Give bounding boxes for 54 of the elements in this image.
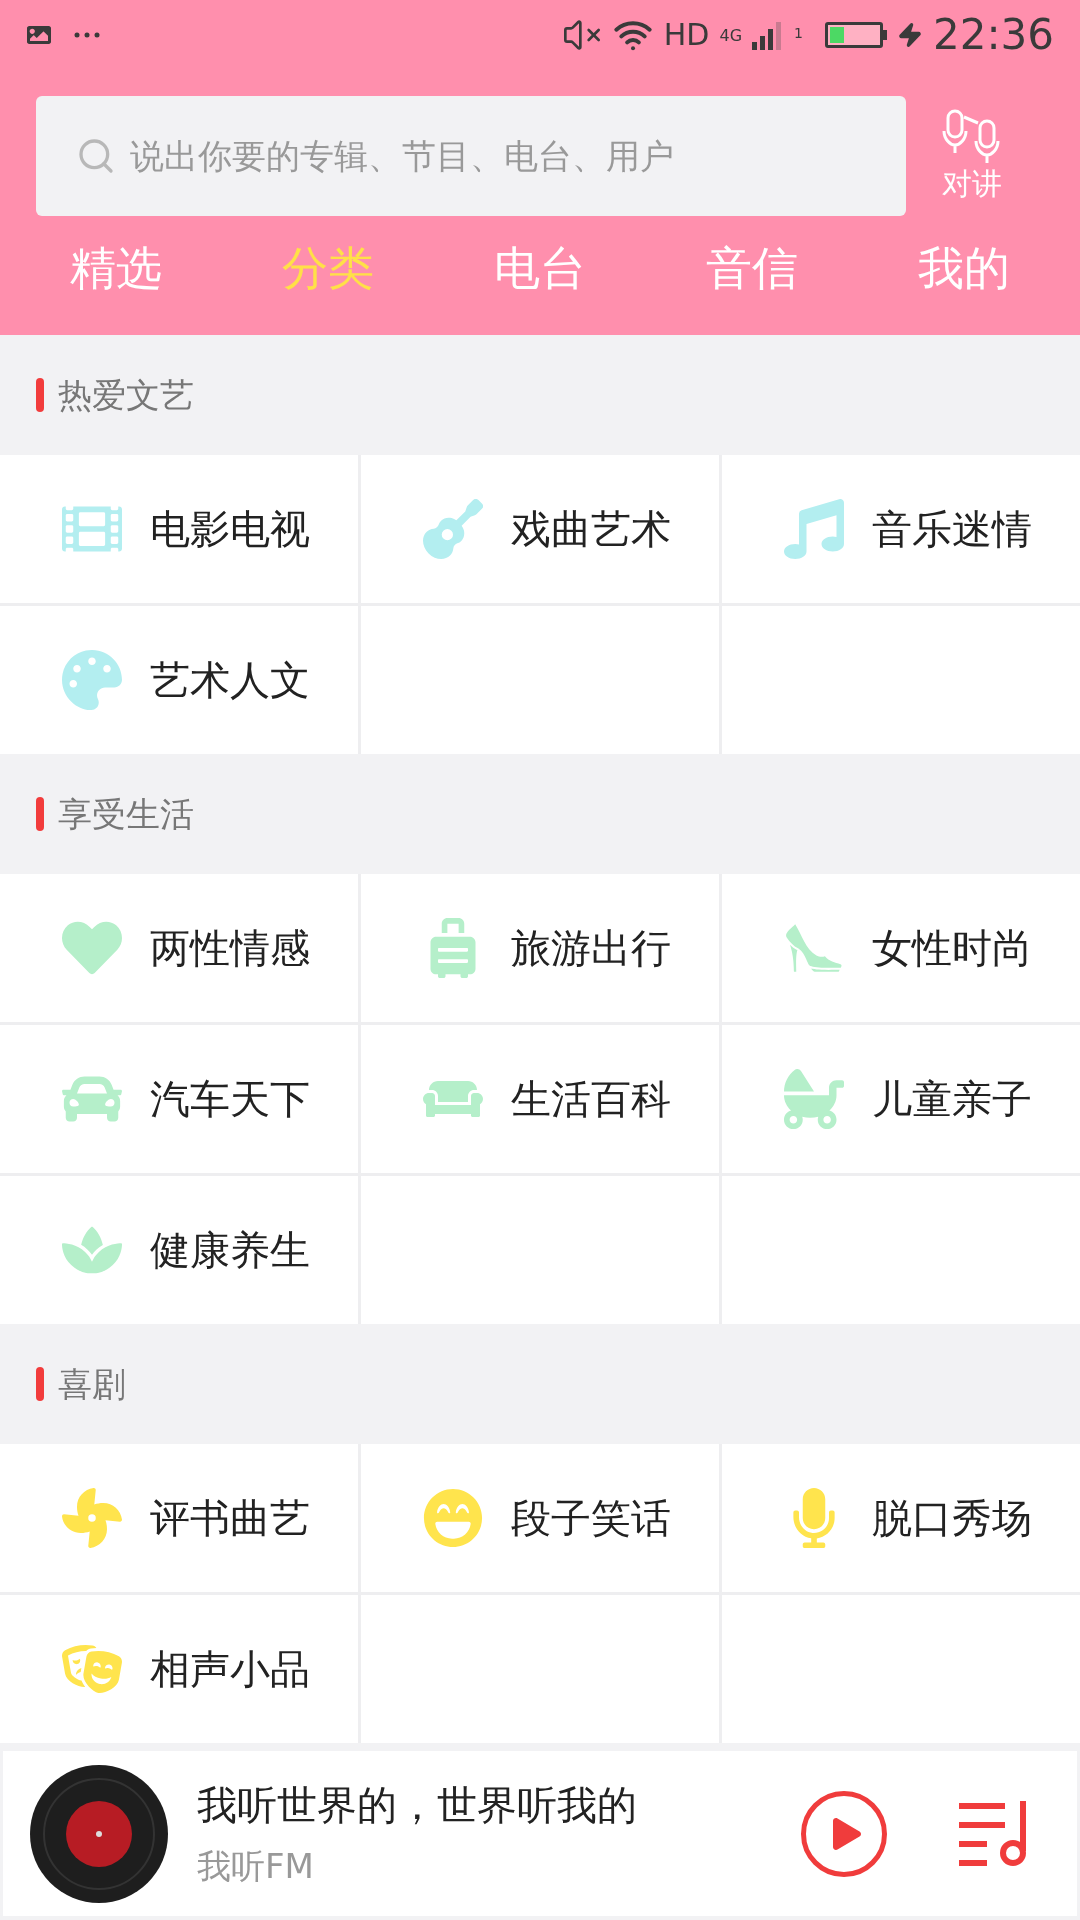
network-label: HD — [663, 20, 710, 50]
category-tile[interactable]: 相声小品 — [0, 1595, 358, 1743]
category-tile[interactable]: 两性情感 — [0, 874, 358, 1022]
microphones-icon — [942, 109, 1002, 166]
category-label: 电影电视 — [150, 505, 310, 554]
category-tile[interactable]: 电影电视 — [0, 455, 358, 603]
image-icon — [26, 23, 52, 47]
category-label: 段子笑话 — [511, 1494, 671, 1543]
section-title: 热爱文艺 — [58, 373, 194, 417]
category-label: 儿童亲子 — [872, 1075, 1032, 1124]
battery-icon — [824, 22, 887, 48]
section-marker — [36, 378, 44, 412]
player-bar[interactable]: 我听世界的，世界听我的 我听FM — [3, 1751, 1077, 1916]
track-subtitle: 我听FM — [197, 1845, 315, 1888]
section-marker — [36, 797, 44, 831]
category-label: 生活百科 — [511, 1075, 671, 1124]
category-label: 健康养生 — [150, 1226, 310, 1275]
clock: 22:36 — [932, 14, 1054, 56]
more-icon — [74, 32, 100, 38]
category-label: 评书曲艺 — [150, 1494, 310, 1543]
category-tile[interactable]: 评书曲艺 — [0, 1444, 358, 1592]
search-input[interactable]: 说出你要的专辑、节目、电台、用户 — [130, 130, 890, 182]
category-label: 戏曲艺术 — [511, 505, 671, 554]
search-field[interactable]: 说出你要的专辑、节目、电台、用户 — [36, 96, 906, 216]
section-title: 喜剧 — [58, 1362, 126, 1406]
search-icon — [76, 136, 116, 176]
category-tile[interactable]: 儿童亲子 — [722, 1025, 1080, 1173]
category-label: 艺术人文 — [150, 656, 310, 705]
category-tile[interactable]: 生活百科 — [361, 1025, 719, 1173]
category-label: 旅游出行 — [511, 924, 671, 973]
section-title: 享受生活 — [58, 792, 194, 836]
category-tile[interactable]: 女性时尚 — [722, 874, 1080, 1022]
vinyl-record-icon — [29, 1763, 169, 1904]
category-tile[interactable]: 戏曲艺术 — [361, 455, 719, 603]
category-tile[interactable]: 脱口秀场 — [722, 1444, 1080, 1592]
play-button[interactable] — [801, 1790, 887, 1877]
category-tile[interactable]: 旅游出行 — [361, 874, 719, 1022]
category-label: 两性情感 — [150, 924, 310, 973]
category-label: 汽车天下 — [150, 1075, 310, 1124]
category-tile[interactable]: 健康养生 — [0, 1176, 358, 1324]
sim-label: 1 — [794, 26, 803, 40]
section-marker — [36, 1367, 44, 1401]
category-tile[interactable]: 汽车天下 — [0, 1025, 358, 1173]
category-label: 女性时尚 — [872, 924, 1032, 973]
network-type: 4G — [719, 28, 743, 44]
track-title: 我听世界的，世界听我的 — [197, 1781, 638, 1830]
category-label: 相声小品 — [150, 1645, 310, 1694]
category-tile[interactable]: 艺术人文 — [0, 606, 358, 754]
category-tile[interactable]: 音乐迷情 — [722, 455, 1080, 603]
category-tile[interactable]: 段子笑话 — [361, 1444, 719, 1592]
playlist-icon[interactable] — [959, 1800, 1027, 1867]
category-label: 音乐迷情 — [872, 505, 1032, 554]
category-label: 脱口秀场 — [872, 1494, 1032, 1543]
play-icon — [831, 1817, 863, 1850]
